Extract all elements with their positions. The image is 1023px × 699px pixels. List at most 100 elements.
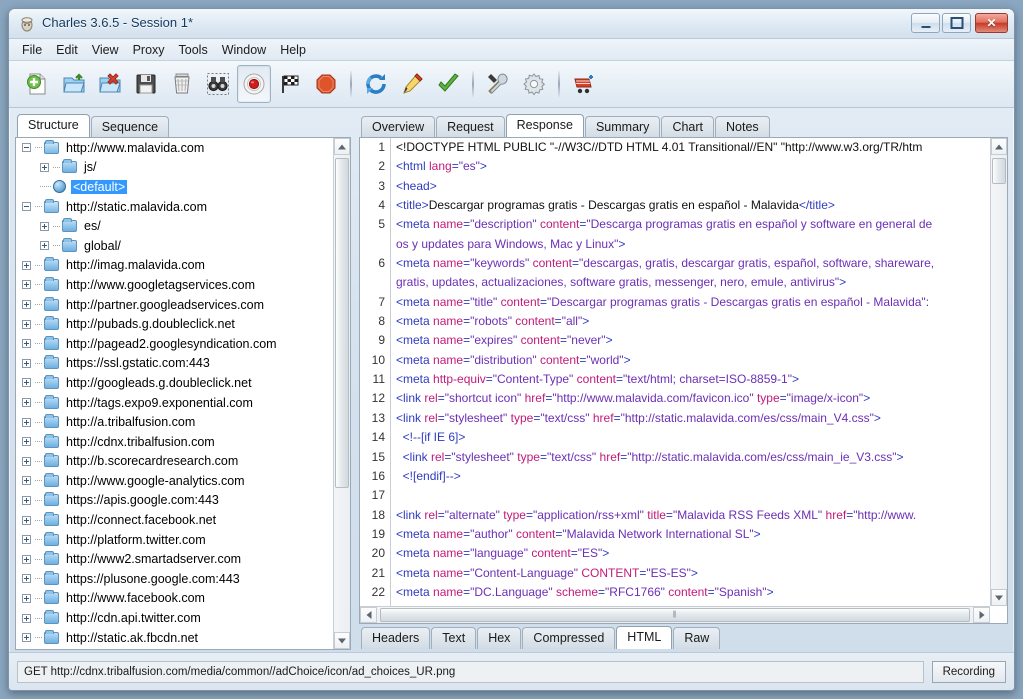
- tree-scroll-up-arrow[interactable]: [334, 138, 350, 155]
- expand-icon[interactable]: [40, 241, 49, 251]
- tab-sequence[interactable]: Sequence: [90, 116, 170, 138]
- tree-node[interactable]: http://partner.googleadservices.com: [16, 295, 333, 315]
- code-hscroll-thumb[interactable]: ⦀: [380, 608, 970, 622]
- expand-icon[interactable]: [22, 613, 31, 623]
- tree-node[interactable]: https://ssl.gstatic.com:443: [16, 354, 333, 374]
- expand-icon[interactable]: [22, 300, 31, 310]
- code-scroll-thumb[interactable]: [992, 158, 1006, 184]
- tree-node[interactable]: http://static.ak.fbcdn.net: [16, 628, 333, 648]
- tree-node[interactable]: http://tags.expo9.exponential.com: [16, 393, 333, 413]
- tree-node[interactable]: http://cdnx.tribalfusion.com: [16, 432, 333, 452]
- expand-icon[interactable]: [22, 437, 31, 447]
- code-scroll-down-arrow[interactable]: [991, 589, 1007, 606]
- tab-notes[interactable]: Notes: [715, 116, 770, 138]
- stop-icon[interactable]: [309, 65, 343, 103]
- tab-chart[interactable]: Chart: [661, 116, 715, 138]
- tools-icon[interactable]: [481, 65, 515, 103]
- expand-icon[interactable]: [22, 456, 31, 466]
- expand-icon[interactable]: [22, 378, 31, 388]
- repeat-icon[interactable]: [359, 65, 393, 103]
- close-session-icon[interactable]: [93, 65, 127, 103]
- expand-icon[interactable]: [22, 398, 31, 408]
- view-tab-text[interactable]: Text: [431, 627, 477, 649]
- view-tab-headers[interactable]: Headers: [361, 627, 431, 649]
- expand-icon[interactable]: [22, 593, 31, 603]
- new-session-icon[interactable]: [21, 65, 55, 103]
- tree-node[interactable]: http://pubads.g.doubleclick.net: [16, 314, 333, 334]
- recording-status-button[interactable]: Recording: [931, 660, 1006, 683]
- find-icon[interactable]: [201, 65, 235, 103]
- tree-node[interactable]: http://www.malavida.com: [16, 138, 333, 158]
- tab-structure[interactable]: Structure: [17, 114, 90, 137]
- tree-node[interactable]: http://a.tribalfusion.com: [16, 412, 333, 432]
- throttle-icon[interactable]: [273, 65, 307, 103]
- expand-icon[interactable]: [22, 535, 31, 545]
- menu-item-help[interactable]: Help: [273, 41, 313, 59]
- publish-icon[interactable]: [567, 65, 601, 103]
- compose-icon[interactable]: [395, 65, 429, 103]
- tree-scroll-down-arrow[interactable]: [334, 632, 350, 649]
- expand-icon[interactable]: [22, 319, 31, 329]
- tree-node[interactable]: <default>: [16, 177, 333, 197]
- tree-node[interactable]: http://www.google-analytics.com: [16, 471, 333, 491]
- menu-item-window[interactable]: Window: [215, 41, 273, 59]
- expand-icon[interactable]: [22, 260, 31, 270]
- expand-icon[interactable]: [22, 476, 31, 486]
- code-horizontal-scrollbar[interactable]: ⦀: [360, 606, 990, 623]
- code-scroll-right-arrow[interactable]: [973, 607, 990, 623]
- tree-node[interactable]: es/: [16, 216, 333, 236]
- session-tree[interactable]: http://www.malavida.com js/ <default> http:…: [15, 137, 351, 650]
- view-tab-hex[interactable]: Hex: [477, 627, 522, 649]
- close-button[interactable]: [975, 13, 1008, 33]
- menu-item-edit[interactable]: Edit: [49, 41, 85, 59]
- tree-node[interactable]: https://apis.google.com:443: [16, 491, 333, 511]
- tree-node[interactable]: global/: [16, 236, 333, 256]
- tree-node[interactable]: http://connect.facebook.net: [16, 510, 333, 530]
- tree-scroll-thumb[interactable]: [335, 158, 349, 488]
- tree-node[interactable]: http://imag.malavida.com: [16, 256, 333, 276]
- open-session-icon[interactable]: [57, 65, 91, 103]
- settings-icon[interactable]: [517, 65, 551, 103]
- tree-node[interactable]: http://static.malavida.com: [16, 197, 333, 217]
- menu-item-tools[interactable]: Tools: [172, 41, 215, 59]
- tree-node[interactable]: http://www.facebook.com: [16, 589, 333, 609]
- expand-icon[interactable]: [22, 339, 31, 349]
- tab-response[interactable]: Response: [505, 114, 584, 137]
- expand-icon[interactable]: [22, 515, 31, 525]
- expand-icon[interactable]: [22, 417, 31, 427]
- expand-icon[interactable]: [22, 358, 31, 368]
- code-vertical-scrollbar[interactable]: [990, 138, 1007, 606]
- tree-node[interactable]: http://platform.twitter.com: [16, 530, 333, 550]
- tree-node[interactable]: js/: [16, 158, 333, 178]
- save-session-icon[interactable]: [129, 65, 163, 103]
- code-scroll-up-arrow[interactable]: [991, 138, 1007, 155]
- view-tab-html[interactable]: HTML: [616, 626, 673, 649]
- tree-vertical-scrollbar[interactable]: [333, 138, 350, 649]
- expand-icon[interactable]: [40, 221, 49, 231]
- pane-splitter[interactable]: [351, 113, 359, 650]
- tree-node[interactable]: http://pagead2.googlesyndication.com: [16, 334, 333, 354]
- record-icon[interactable]: [237, 65, 271, 103]
- expand-icon[interactable]: [22, 554, 31, 564]
- tree-node[interactable]: http://www.googletagservices.com: [16, 275, 333, 295]
- minimize-button[interactable]: [911, 13, 940, 33]
- expand-icon[interactable]: [22, 280, 31, 290]
- tree-node[interactable]: http://googleads.g.doubleclick.net: [16, 373, 333, 393]
- expand-icon[interactable]: [22, 495, 31, 505]
- menu-item-proxy[interactable]: Proxy: [126, 41, 172, 59]
- maximize-button[interactable]: [942, 13, 971, 33]
- expand-icon[interactable]: [40, 162, 49, 172]
- validate-icon[interactable]: [431, 65, 465, 103]
- view-tab-compressed[interactable]: Compressed: [522, 627, 616, 649]
- code-scroll-left-arrow[interactable]: [360, 607, 377, 623]
- collapse-icon[interactable]: [22, 143, 31, 153]
- clear-session-icon[interactable]: [165, 65, 199, 103]
- expand-icon[interactable]: [22, 633, 31, 643]
- tree-node[interactable]: http://cdn.api.twitter.com: [16, 608, 333, 628]
- menu-item-file[interactable]: File: [15, 41, 49, 59]
- tree-node[interactable]: http://www2.smartadserver.com: [16, 549, 333, 569]
- tree-node[interactable]: https://plusone.google.com:443: [16, 569, 333, 589]
- tab-overview[interactable]: Overview: [361, 116, 436, 138]
- source-code-text[interactable]: <!DOCTYPE HTML PUBLIC "-//W3C//DTD HTML …: [392, 138, 990, 606]
- collapse-icon[interactable]: [22, 202, 31, 212]
